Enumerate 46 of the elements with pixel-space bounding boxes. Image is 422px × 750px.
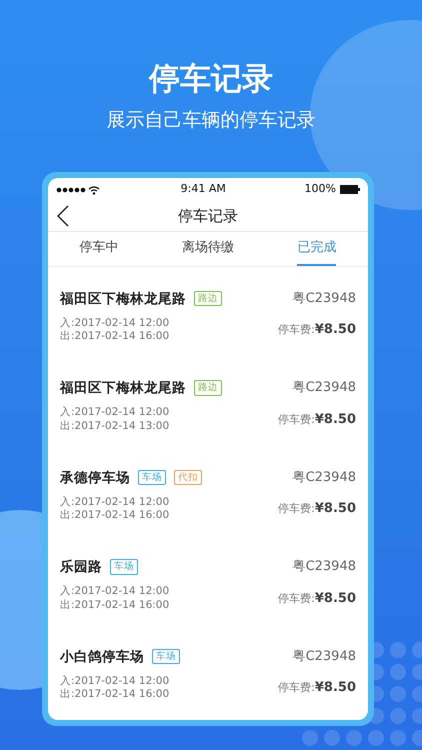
plate-number: 粤C23948 <box>292 290 356 308</box>
entry-time: 入:2017-02-14 12:00 <box>60 316 170 330</box>
plate-number: 粤C23948 <box>292 468 356 486</box>
fee-label: 停车费: <box>278 412 315 428</box>
entry-time: 入:2017-02-14 12:00 <box>60 674 170 688</box>
tag: 车场 <box>110 559 138 575</box>
entry-time: 入:2017-02-14 12:00 <box>60 406 170 420</box>
tag: 路边 <box>194 380 222 396</box>
fee-amount: ¥8.50 <box>314 679 356 697</box>
fee-label: 停车费: <box>278 501 315 517</box>
fee-amount: ¥8.50 <box>314 410 356 428</box>
fee-label: 停车费: <box>278 322 315 338</box>
fee-label: 停车费: <box>278 680 315 696</box>
exit-time: 出:2017-02-14 16:00 <box>60 509 170 524</box>
screen-title: 停车记录 <box>178 206 238 227</box>
location-name: 福田区下梅林龙尾路 <box>60 379 186 398</box>
fee-label: 停车费: <box>278 590 315 606</box>
plate-number: 粤C23948 <box>292 558 356 576</box>
tab[interactable]: 离场待缴 <box>182 240 234 266</box>
fee-amount: ¥8.50 <box>314 500 356 518</box>
tag: 车场 <box>138 470 166 486</box>
location-name: 承德停车场 <box>60 468 130 488</box>
signal-wifi-icon <box>56 184 102 195</box>
back-icon[interactable] <box>56 204 70 227</box>
plate-number: 粤C23948 <box>292 379 356 397</box>
entry-time: 入:2017-02-14 12:00 <box>60 496 170 509</box>
location-name: 小白鸽停车场 <box>60 648 144 666</box>
exit-time: 出:2017-02-14 16:00 <box>60 688 170 702</box>
plate-number: 粤C23948 <box>292 648 356 666</box>
fee-amount: ¥8.50 <box>314 321 356 339</box>
exit-time: 出:2017-02-14 13:00 <box>60 420 170 434</box>
tag: 代扣 <box>174 470 202 486</box>
battery-icon <box>340 185 360 194</box>
exit-time: 出:2017-02-14 16:00 <box>60 330 170 344</box>
tag: 路边 <box>194 290 222 306</box>
tab[interactable]: 停车中 <box>80 240 119 266</box>
status-time: 9:41 AM <box>180 181 226 198</box>
subtitle: 展示自己车辆的停车记录 <box>106 111 316 130</box>
fee-amount: ¥8.50 <box>314 590 356 608</box>
location-name: 乐园路 <box>60 558 102 577</box>
battery-percent: 100% <box>304 181 336 198</box>
exit-time: 出:2017-02-14 16:00 <box>60 598 170 613</box>
location-name: 福田区下梅林龙尾路 <box>60 290 186 308</box>
entry-time: 入:2017-02-14 12:00 <box>60 585 170 599</box>
headline: 停车记录 <box>149 64 273 95</box>
tag: 车场 <box>152 648 180 664</box>
